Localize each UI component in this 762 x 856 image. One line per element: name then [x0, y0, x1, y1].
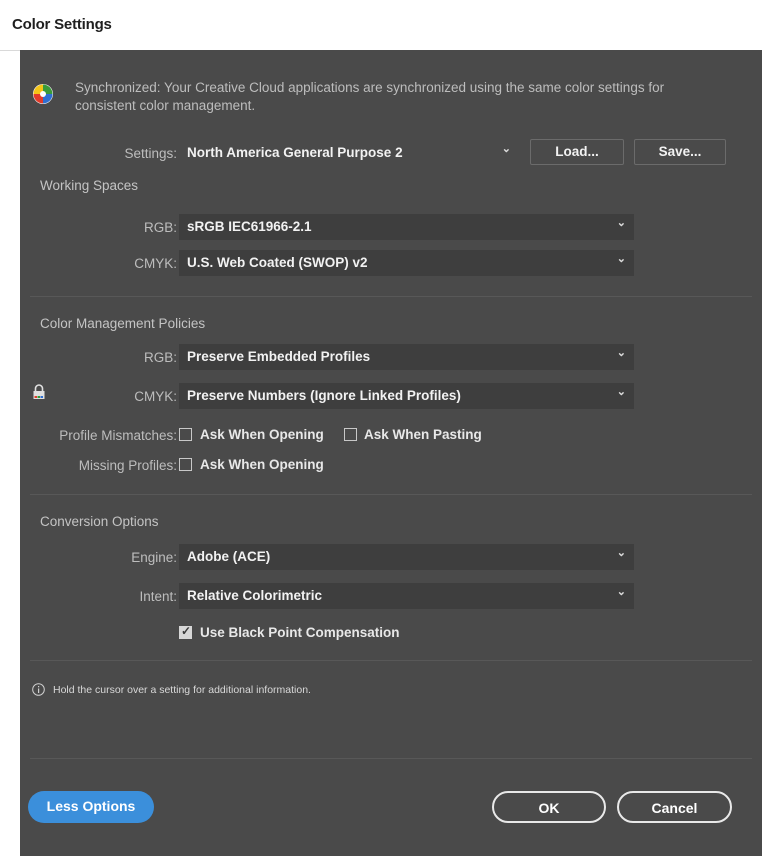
engine-dropdown[interactable]: Adobe (ACE) ⌄	[179, 544, 634, 570]
title-bar: Color Settings	[0, 0, 762, 51]
chevron-down-icon: ⌄	[616, 347, 626, 359]
save-button[interactable]: Save...	[634, 139, 726, 165]
separator	[30, 758, 752, 759]
working-rgb-value: sRGB IEC61966-2.1	[187, 219, 312, 234]
missing-ask-opening-checkbox[interactable]	[179, 458, 192, 471]
working-spaces-title: Working Spaces	[40, 178, 139, 193]
chevron-down-icon: ⌄	[501, 143, 511, 155]
missing-profiles-label: Missing Profiles:	[78, 458, 177, 473]
settings-label: Settings:	[124, 146, 177, 161]
load-button[interactable]: Load...	[530, 139, 624, 165]
chevron-down-icon: ⌄	[616, 386, 626, 398]
chevron-down-icon: ⌄	[616, 586, 626, 598]
mismatch-ask-pasting-label[interactable]: Ask When Pasting	[364, 427, 482, 442]
policy-rgb-label: RGB:	[143, 350, 177, 365]
less-options-button[interactable]: Less Options	[28, 791, 154, 823]
dialog-body: Synchronized: Your Creative Cloud applic…	[20, 50, 762, 856]
working-rgb-dropdown[interactable]: sRGB IEC61966-2.1 ⌄	[179, 214, 634, 240]
engine-label: Engine:	[131, 550, 177, 565]
working-cmyk-dropdown[interactable]: U.S. Web Coated (SWOP) v2 ⌄	[179, 250, 634, 276]
chevron-down-icon: ⌄	[616, 217, 626, 229]
creative-cloud-sync-icon	[33, 84, 53, 104]
info-text: Hold the cursor over a setting for addit…	[53, 684, 311, 696]
mismatch-ask-opening-label[interactable]: Ask When Opening	[200, 427, 324, 442]
conversion-title: Conversion Options	[40, 514, 159, 529]
policy-rgb-dropdown[interactable]: Preserve Embedded Profiles ⌄	[179, 344, 634, 370]
chevron-down-icon: ⌄	[616, 253, 626, 265]
intent-dropdown[interactable]: Relative Colorimetric ⌄	[179, 583, 634, 609]
separator	[30, 494, 752, 495]
settings-value: North America General Purpose 2	[187, 145, 403, 160]
color-settings-dialog: Color Settings Synchronized: Your Creati…	[0, 0, 762, 856]
policy-cmyk-dropdown[interactable]: Preserve Numbers (Ignore Linked Profiles…	[179, 383, 634, 409]
black-point-compensation-checkbox[interactable]	[179, 624, 192, 639]
sync-message-line-1: Synchronized: Your Creative Cloud applic…	[75, 80, 665, 95]
sync-message-line-2: consistent color management.	[75, 98, 256, 113]
info-icon	[32, 683, 45, 696]
dialog-title: Color Settings	[12, 16, 112, 33]
working-rgb-label: RGB:	[143, 220, 177, 235]
intent-label: Intent:	[139, 589, 177, 604]
working-cmyk-label: CMYK:	[134, 256, 177, 271]
policy-cmyk-value: Preserve Numbers (Ignore Linked Profiles…	[187, 388, 461, 403]
cancel-button[interactable]: Cancel	[617, 791, 732, 823]
missing-ask-opening-label[interactable]: Ask When Opening	[200, 457, 324, 472]
intent-value: Relative Colorimetric	[187, 588, 323, 603]
chevron-down-icon: ⌄	[616, 547, 626, 559]
profile-mismatches-label: Profile Mismatches:	[59, 428, 177, 443]
working-cmyk-value: U.S. Web Coated (SWOP) v2	[187, 255, 368, 270]
policy-cmyk-label: CMYK:	[134, 389, 177, 404]
policies-title: Color Management Policies	[40, 316, 206, 331]
policy-rgb-value: Preserve Embedded Profiles	[187, 349, 371, 364]
ok-button[interactable]: OK	[492, 791, 606, 823]
mismatch-ask-opening-checkbox[interactable]	[179, 428, 192, 441]
lock-icon	[33, 384, 45, 399]
mismatch-ask-pasting-checkbox[interactable]	[344, 428, 357, 441]
settings-dropdown[interactable]: North America General Purpose 2 ⌄	[179, 140, 519, 166]
black-point-compensation-label[interactable]: Use Black Point Compensation	[200, 625, 400, 640]
separator	[30, 660, 752, 661]
engine-value: Adobe (ACE)	[187, 549, 271, 564]
separator	[30, 296, 752, 297]
